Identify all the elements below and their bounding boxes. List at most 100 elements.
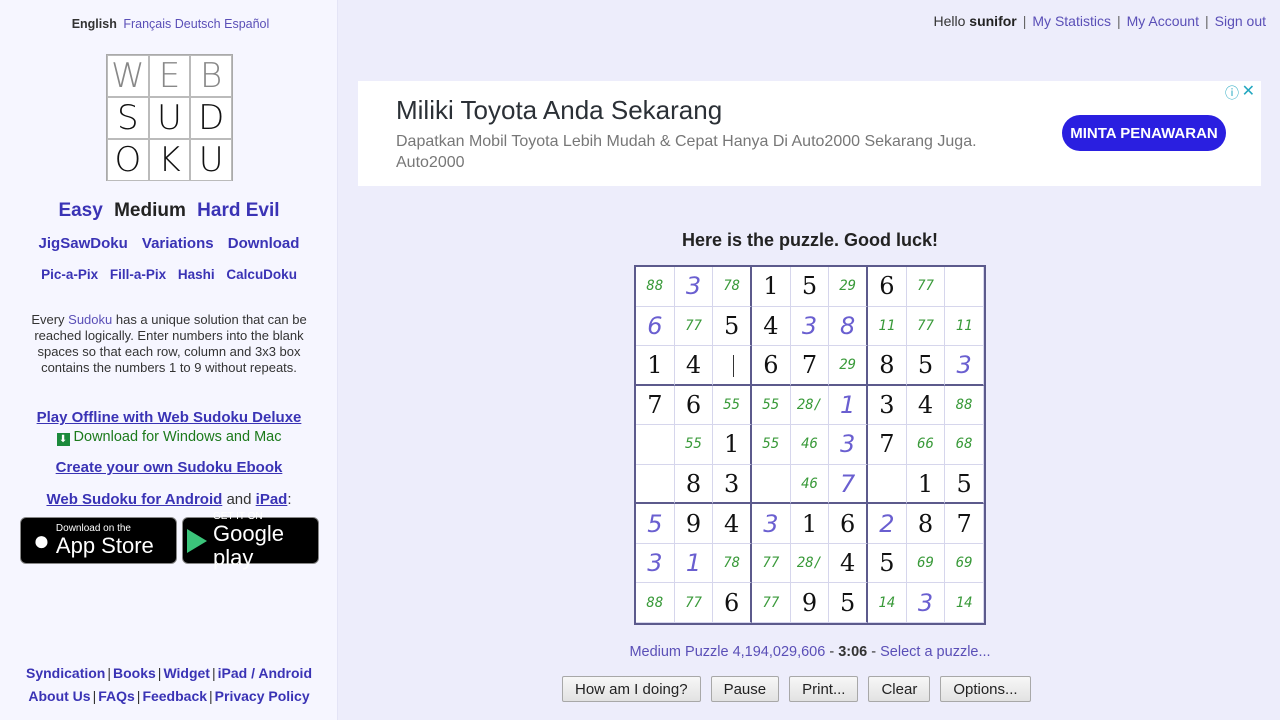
sudoku-cell-input[interactable]	[636, 425, 675, 465]
ad-title[interactable]: Miliki Toyota Anda Sekarang	[396, 95, 722, 126]
footer-about-us[interactable]: About Us	[28, 688, 90, 704]
sudoku-cell-input[interactable]: 29	[829, 267, 868, 307]
sudoku-cell-input[interactable]: 11	[945, 306, 984, 347]
sudoku-cell-input[interactable]: 77	[752, 543, 791, 584]
sudoku-cell-input[interactable]: 3	[945, 346, 984, 386]
download-windows-mac[interactable]: ⬇ Download for Windows and Mac	[0, 429, 338, 446]
sudoku-cell-input[interactable]: 55	[752, 385, 791, 426]
footer-syndication[interactable]: Syndication	[26, 665, 105, 681]
sudoku-link[interactable]: Sudoku	[68, 312, 112, 327]
sudoku-cell-input[interactable]: 55	[752, 425, 791, 465]
sudoku-cell-input[interactable]: 46	[790, 464, 830, 505]
lang-francais[interactable]: Français	[123, 17, 171, 31]
sudoku-cell-input[interactable]: 28/	[790, 385, 830, 426]
logo-letter: S	[107, 97, 149, 139]
sudoku-cell-input[interactable]: 14	[945, 583, 984, 623]
pause-button[interactable]: Pause	[710, 676, 780, 702]
footer-books[interactable]: Books	[113, 665, 156, 681]
footer-faqs[interactable]: FAQs	[98, 688, 135, 704]
download-icon: ⬇	[56, 433, 70, 446]
clear-button[interactable]: Clear	[868, 676, 931, 702]
sudoku-cell-input[interactable]: 2	[868, 504, 907, 544]
sudoku-cell-input[interactable]: 46	[790, 425, 830, 465]
select-puzzle-link[interactable]: Select a puzzle...	[880, 644, 990, 660]
sudoku-cell-input[interactable]: 3	[752, 504, 791, 544]
android-link[interactable]: Web Sudoku for Android	[46, 491, 222, 508]
sudoku-cell-input[interactable]	[752, 464, 791, 505]
sudoku-cell-input[interactable]	[945, 267, 984, 307]
ad-close-icon[interactable]: ✕	[1242, 81, 1255, 101]
footer-widget[interactable]: Widget	[163, 665, 210, 681]
sudoku-cell-input[interactable]: 3	[636, 543, 675, 584]
options-button[interactable]: Options...	[940, 676, 1031, 702]
nav-secondary: Pic-a-Pix Fill-a-Pix Hashi CalcuDoku	[0, 267, 338, 282]
my-statistics-link[interactable]: My Statistics	[1032, 13, 1111, 29]
sudoku-cell-input[interactable]: 8	[829, 306, 868, 347]
sudoku-cell-input[interactable]: 68	[945, 425, 984, 465]
sudoku-cell-input[interactable]: 78	[713, 543, 752, 584]
footer-feedback[interactable]: Feedback	[142, 688, 207, 704]
my-account-link[interactable]: My Account	[1127, 13, 1199, 29]
lang-deutsch[interactable]: Deutsch	[175, 17, 221, 31]
sudoku-cell-input[interactable]	[868, 464, 907, 505]
sudoku-cell-input[interactable]: 88	[636, 583, 675, 623]
nav-fill-a-pix[interactable]: Fill-a-Pix	[110, 267, 166, 282]
sudoku-cell-input[interactable]: 77	[674, 583, 714, 623]
nav-calcudoku[interactable]: CalcuDoku	[226, 267, 297, 282]
sudoku-cell-input[interactable]: 1	[829, 385, 868, 426]
puzzle-id-link[interactable]: Medium Puzzle 4,194,029,606	[629, 644, 825, 660]
ad-cta-button[interactable]: MINTA PENAWARAN	[1062, 115, 1226, 151]
web-sudoku-logo[interactable]: W E B S U D O K U	[106, 54, 233, 181]
sudoku-cell-input[interactable]: 11	[868, 306, 907, 347]
ipad-link[interactable]: iPad	[256, 491, 288, 508]
how-am-i-doing-button[interactable]: How am I doing?	[562, 676, 701, 702]
sudoku-cell-input[interactable]: 88	[945, 385, 984, 426]
sudoku-cell-input[interactable]: 3	[790, 306, 830, 347]
sudoku-cell-input[interactable]: 77	[906, 267, 946, 307]
create-ebook-link[interactable]: Create your own Sudoku Ebook	[0, 459, 338, 476]
print-button[interactable]: Print...	[789, 676, 859, 702]
footer-privacy-policy[interactable]: Privacy Policy	[215, 688, 310, 704]
sudoku-cell-input[interactable]: 3	[674, 267, 714, 307]
nav-pic-a-pix[interactable]: Pic-a-Pix	[41, 267, 98, 282]
nav-variations[interactable]: Variations	[142, 235, 214, 252]
sudoku-cell-input[interactable]: 88	[636, 267, 675, 307]
sudoku-cell-input[interactable]	[636, 464, 675, 505]
sudoku-cell-input[interactable]: 78	[713, 267, 752, 307]
sudoku-cell-input[interactable]: 69	[945, 543, 984, 584]
level-hard[interactable]: Hard	[197, 200, 240, 221]
ad-info-icon[interactable]: ⓘ	[1225, 83, 1239, 103]
sudoku-cell-input[interactable]: 5	[636, 504, 675, 544]
lang-espanol[interactable]: Español	[224, 17, 269, 31]
sudoku-cell-input[interactable]: 77	[906, 306, 946, 347]
sudoku-cell-input[interactable]: 77	[752, 583, 791, 623]
level-easy[interactable]: Easy	[58, 200, 102, 221]
sudoku-cell-input[interactable]: 55	[674, 425, 714, 465]
sudoku-cell-input[interactable]: 69	[906, 543, 946, 584]
sudoku-cell-input[interactable]: 3	[906, 583, 946, 623]
nav-jigsawdoku[interactable]: JigSawDoku	[39, 235, 128, 252]
level-evil[interactable]: Evil	[246, 200, 280, 221]
sudoku-cell-input[interactable]: 3	[829, 425, 868, 465]
sudoku-cell-input[interactable]: 66	[906, 425, 946, 465]
sudoku-cell-input[interactable]: 29	[829, 346, 868, 386]
nav-download[interactable]: Download	[228, 235, 300, 252]
footer-ipad-android[interactable]: iPad / Android	[218, 665, 312, 681]
sudoku-cell-input[interactable]: 6	[636, 306, 675, 347]
sudoku-cell-input[interactable]: 55	[713, 385, 752, 426]
separator: -	[867, 644, 881, 660]
sudoku-cell-given: 4	[829, 543, 868, 584]
sudoku-cell-input[interactable]	[713, 346, 752, 386]
play-offline-link[interactable]: Play Offline with Web Sudoku Deluxe	[0, 409, 338, 426]
nav-hashi[interactable]: Hashi	[178, 267, 215, 282]
sudoku-cell-input[interactable]: 1	[674, 543, 714, 584]
sudoku-cell-input[interactable]: 14	[868, 583, 907, 623]
advertisement-banner[interactable]: Miliki Toyota Anda Sekarang Dapatkan Mob…	[358, 81, 1261, 186]
sudoku-cell-input[interactable]: 28/	[790, 543, 830, 584]
sign-out-link[interactable]: Sign out	[1215, 13, 1266, 29]
google-play-badge[interactable]: GET IT ON Google play	[182, 511, 319, 570]
sudoku-cell-given: 5	[829, 583, 868, 623]
app-store-badge[interactable]: ● Download on the App Store	[20, 517, 177, 564]
sudoku-cell-input[interactable]: 77	[674, 306, 714, 347]
sudoku-cell-input[interactable]: 7	[829, 464, 868, 505]
